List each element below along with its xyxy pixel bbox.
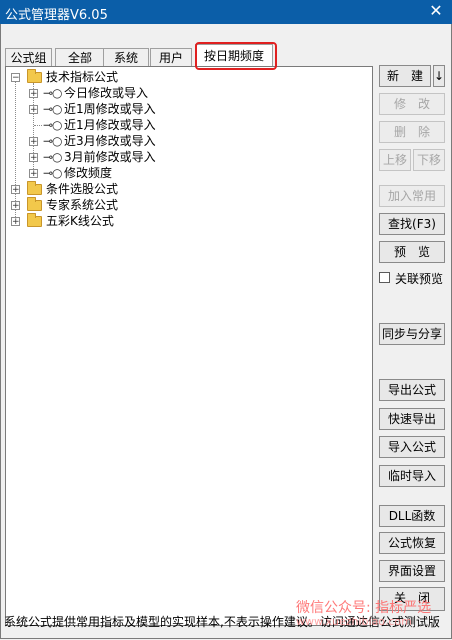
move-down-button[interactable]: 下移 [413,149,445,171]
window-titlebar[interactable]: 公式管理器V6.05 ✕ [0,0,452,24]
link-preview-checkbox[interactable] [379,272,390,283]
folder-icon [27,213,42,227]
tree-node-modify-frequency[interactable]: + ⊸○ 修改频度 [6,165,366,181]
formula-tree[interactable]: − 技术指标公式 + ⊸○ 今日修改或导入 + ⊸○ 近1周修改或导入 ⊸○ 近… [5,66,373,626]
tree-node-colored-kline[interactable]: + 五彩K线公式 [6,213,366,229]
expand-icon[interactable]: + [11,201,20,211]
sync-share-button[interactable]: 同步与分享 [379,323,445,345]
new-button[interactable]: 新 建 [379,65,431,87]
move-up-button[interactable]: 上移 [379,149,411,171]
formula-restore-button[interactable]: 公式恢复 [379,532,445,554]
ui-settings-button[interactable]: 界面设置 [379,560,445,582]
tree-node-label: 技术指标公式 [46,70,119,84]
find-button[interactable]: 查找(F3) [379,213,445,235]
tree-node-today[interactable]: + ⊸○ 今日修改或导入 [6,85,366,101]
tab-by-date-frequency[interactable]: 按日期频度 [195,44,273,66]
tree-node-technical-indicators[interactable]: − 技术指标公式 [6,69,366,85]
tree-node-label: 3月前修改或导入 [64,150,156,164]
tab-user[interactable]: 用户 [150,48,192,66]
tree-node-label: 条件选股公式 [46,182,119,196]
delete-button[interactable]: 删 除 [379,121,445,143]
tree-node-label: 专家系统公式 [46,198,119,212]
tree-node-label: 近1周修改或导入 [64,102,156,116]
quick-export-button[interactable]: 快速导出 [379,408,445,430]
expand-icon[interactable]: + [29,153,38,163]
key-icon: ⊸○ [43,150,63,164]
tree-node-last-3-months[interactable]: + ⊸○ 近3月修改或导入 [6,133,366,149]
key-icon: ⊸○ [43,102,63,116]
folder-icon [27,197,42,211]
watermark-text: 微信公众号: 指标严选 [296,600,432,616]
tree-node-label: 五彩K线公式 [46,214,114,228]
import-formula-button[interactable]: 导入公式 [379,436,445,458]
tab-all[interactable]: 全部 [55,48,105,66]
formula-manager-window: 公式组 全部 系统 用户 按日期频度 − 技术指标公式 + ⊸○ 今日修改或导入… [0,24,452,639]
window-title: 公式管理器V6.05 [5,8,108,23]
preview-button[interactable]: 预 览 [379,241,445,263]
collapse-icon[interactable]: − [11,73,20,83]
dll-function-button[interactable]: DLL函数 [379,505,445,527]
expand-icon[interactable]: + [11,217,20,227]
expand-icon[interactable]: + [29,137,38,147]
tree-node-label: 修改频度 [64,166,113,180]
tab-system[interactable]: 系统 [103,48,149,66]
expand-icon[interactable]: + [11,185,20,195]
tree-node-last-week[interactable]: + ⊸○ 近1周修改或导入 [6,101,366,117]
tree-node-expert-system[interactable]: + 专家系统公式 [6,197,366,213]
tab-formula-group[interactable]: 公式组 [5,48,52,66]
tree-node-label: 今日修改或导入 [64,86,149,100]
tree-node-stock-selection[interactable]: + 条件选股公式 [6,181,366,197]
tree-node-label: 近3月修改或导入 [64,134,156,148]
expand-icon[interactable]: + [29,105,38,115]
folder-icon [27,181,42,195]
key-icon: ⊸○ [43,86,63,100]
tree-node-label: 近1月修改或导入 [64,118,156,132]
new-dropdown-arrow-icon[interactable]: ↓ [433,65,445,87]
watermark-url: www.xuezhibiao.com [296,615,412,628]
key-icon: ⊸○ [43,134,63,148]
folder-icon [27,69,42,83]
key-icon: ⊸○ [43,166,63,180]
export-formula-button[interactable]: 导出公式 [379,379,445,401]
add-common-button[interactable]: 加入常用 [379,185,445,207]
expand-icon[interactable]: + [29,89,38,99]
link-preview-label: 关联预览 [395,272,444,286]
tree-connector [34,125,42,126]
tree-node-before-3-months[interactable]: + ⊸○ 3月前修改或导入 [6,149,366,165]
modify-button[interactable]: 修 改 [379,93,445,115]
temp-import-button[interactable]: 临时导入 [379,465,445,487]
tree-node-last-month[interactable]: ⊸○ 近1月修改或导入 [6,117,366,133]
expand-icon[interactable]: + [29,169,38,179]
close-icon[interactable]: ✕ [426,1,446,21]
key-icon: ⊸○ [43,118,63,132]
